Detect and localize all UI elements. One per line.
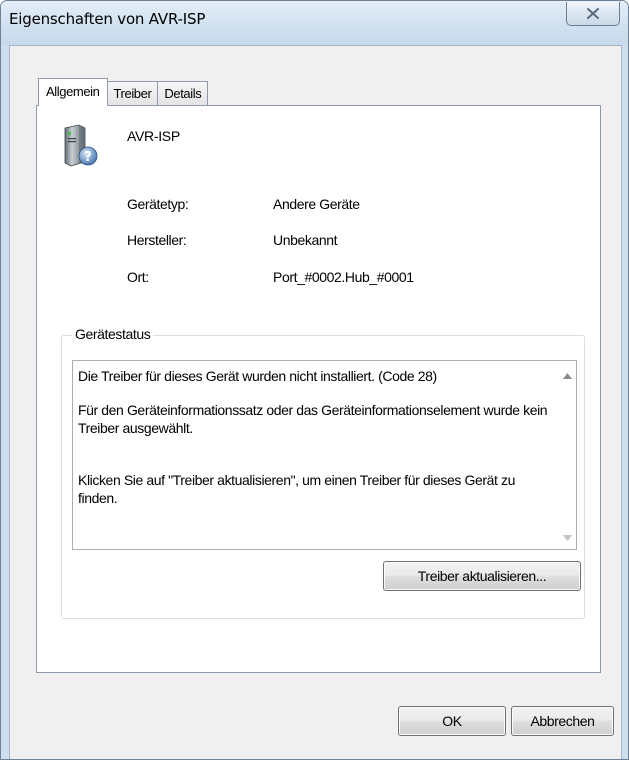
cancel-button[interactable]: Abbrechen bbox=[511, 706, 614, 736]
window-title: Eigenschaften von AVR-ISP bbox=[9, 10, 206, 28]
device-name: AVR-ISP bbox=[127, 128, 180, 144]
scroll-up-arrow[interactable] bbox=[562, 371, 572, 381]
close-button[interactable] bbox=[566, 2, 620, 26]
status-line-hint: Klicken Sie auf "Treiber aktualisieren",… bbox=[78, 472, 515, 506]
device-status-legend: Gerätestatus bbox=[72, 326, 154, 342]
tab-details[interactable]: Details bbox=[157, 81, 209, 106]
triangle-up-icon bbox=[562, 373, 572, 379]
device-status-group: Gerätestatus Die Treiber für dieses Gerä… bbox=[61, 326, 585, 619]
update-driver-button[interactable]: Treiber aktualisieren... bbox=[383, 561, 581, 591]
ok-button[interactable]: OK bbox=[398, 706, 506, 736]
properties-dialog: Eigenschaften von AVR-ISP Allgemein Trei… bbox=[0, 0, 629, 760]
status-line-no-driver: Für den Geräteinformationssatz oder das … bbox=[78, 402, 548, 436]
close-icon bbox=[587, 8, 599, 19]
tab-strip: Allgemein Treiber Details bbox=[38, 78, 209, 106]
triangle-down-icon bbox=[562, 535, 572, 541]
dialog-client-area: Allgemein Treiber Details ? AVR-ISP Gerä… bbox=[9, 45, 622, 759]
device-type-value: Andere Geräte bbox=[273, 196, 360, 212]
manufacturer-label: Hersteller: bbox=[127, 232, 187, 248]
location-label: Ort: bbox=[127, 269, 149, 285]
status-scrollbar[interactable] bbox=[558, 361, 576, 549]
location-value: Port_#0002.Hub_#0001 bbox=[273, 269, 414, 285]
device-type-label: Gerätetyp: bbox=[127, 196, 189, 212]
tab-allgemein[interactable]: Allgemein bbox=[38, 78, 108, 106]
status-line-code: Die Treiber für dieses Gerät wurden nich… bbox=[78, 368, 437, 384]
scroll-down-arrow[interactable] bbox=[562, 533, 572, 543]
tab-treiber[interactable]: Treiber bbox=[106, 81, 159, 106]
title-bar[interactable]: Eigenschaften von AVR-ISP bbox=[1, 1, 628, 45]
unknown-device-icon: ? bbox=[64, 124, 98, 167]
svg-text:?: ? bbox=[84, 150, 92, 165]
device-status-textbox[interactable]: Die Treiber für dieses Gerät wurden nich… bbox=[72, 360, 577, 550]
manufacturer-value: Unbekannt bbox=[273, 232, 338, 248]
device-status-text: Die Treiber für dieses Gerät wurden nich… bbox=[78, 367, 554, 507]
general-tab-panel: ? AVR-ISP Gerätetyp: Andere Geräte Herst… bbox=[36, 105, 601, 673]
